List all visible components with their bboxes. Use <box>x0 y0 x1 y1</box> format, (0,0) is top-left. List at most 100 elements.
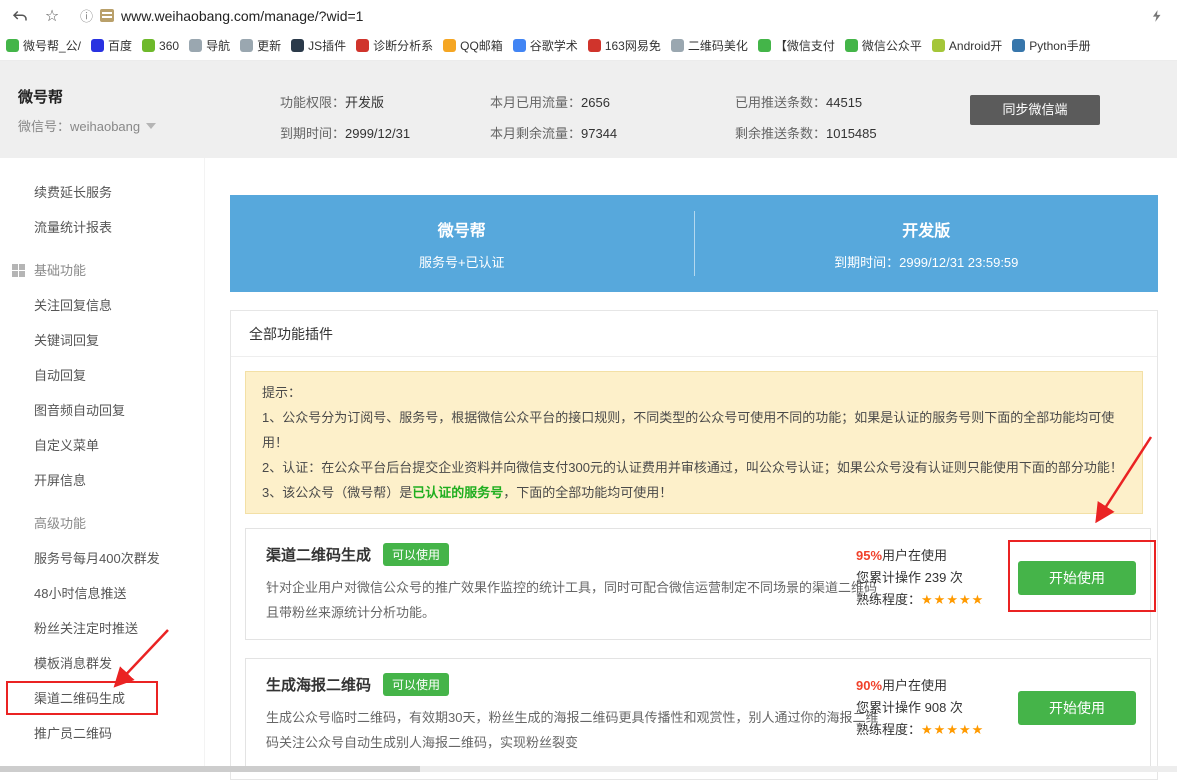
bookmark-favicon-icon <box>6 39 19 52</box>
bookmark-favicon-icon <box>845 39 858 52</box>
sidebar-item-promoter-qrcode[interactable]: 推广员二维码 <box>0 716 204 751</box>
bookmark-item[interactable]: 百度 <box>91 37 132 54</box>
bookmark-label: Python手册 <box>1029 37 1090 54</box>
bookmark-favicon-icon <box>240 39 253 52</box>
plugins-panel: 全部功能插件 提示： 1、公众号分为订阅号、服务号，根据微信公众平台的接口规则，… <box>230 310 1158 780</box>
sidebar-section-advanced[interactable]: 高级功能 <box>0 506 204 541</box>
bookmark-label: 【微信支付 <box>775 37 835 54</box>
sidebar-item-follow-reply[interactable]: 关注回复信息 <box>0 288 204 323</box>
sidebar-section-label: 基础功能 <box>34 263 86 278</box>
bookmark-label: 诊断分析系 <box>373 37 433 54</box>
proficiency-label: 熟练程度： <box>856 722 921 737</box>
bookmark-favicon-icon <box>671 39 684 52</box>
availability-badge: 可以使用 <box>383 673 449 696</box>
sidebar-item-channel-qrcode[interactable]: 渠道二维码生成 <box>0 681 204 716</box>
bookmark-item[interactable]: 谷歌学术 <box>513 37 578 54</box>
banner-expiry: 到期时间：2999/12/31 23:59:59 <box>834 252 1018 271</box>
bookmark-item[interactable]: 微号帮_公/ <box>6 37 81 54</box>
sidebar-item-renew[interactable]: 续费延长服务 <box>0 175 204 210</box>
plugin-card-poster-qrcode: 生成海报二维码 可以使用 生成公众号临时二维码，有效期30天，粉丝生成的海报二维… <box>245 658 1151 770</box>
notice-title: 提示： <box>262 380 1126 405</box>
notice-line-3: 3、该公众号（微号帮）是已认证的服务号，下面的全部功能均可使用！ <box>262 480 1126 505</box>
bookmark-favicon-icon <box>142 39 155 52</box>
sidebar-item-traffic-report[interactable]: 流量统计报表 <box>0 210 204 245</box>
sidebar-item-48h-push[interactable]: 48小时信息推送 <box>0 576 204 611</box>
bookmark-favicon-icon <box>443 39 456 52</box>
bookmark-label: 二维码美化 <box>688 37 748 54</box>
sidebar-item-monthly-broadcast[interactable]: 服务号每月400次群发 <box>0 541 204 576</box>
bookmark-item[interactable]: 诊断分析系 <box>356 37 433 54</box>
site-favicon-icon <box>100 9 114 22</box>
bookmark-item[interactable]: 360 <box>142 39 179 53</box>
bookmark-label: Android开 <box>949 37 1002 54</box>
verified-highlight: 已认证的服务号 <box>412 485 503 500</box>
url-text[interactable]: www.weihaobang.com/manage/?wid=1 <box>121 8 363 24</box>
bookmark-label: 导航 <box>206 37 230 54</box>
browser-toolbar: ☆ ⓘ www.weihaobang.com/manage/?wid=1 <box>0 0 1177 31</box>
bookmark-item[interactable]: JS插件 <box>291 37 346 54</box>
header-stats-permission: 功能权限：开发版 到期时间：2999/12/31 <box>280 87 410 149</box>
app-header: 微号帮 微信号：weihaobang 功能权限：开发版 到期时间：2999/12… <box>0 61 1177 158</box>
header-stats-push: 已用推送条数：44515 剩余推送条数：1015485 <box>735 87 877 149</box>
operation-count: 您累计操作 239 次 <box>856 567 984 589</box>
back-icon[interactable] <box>10 6 30 26</box>
bookmark-item[interactable]: Python手册 <box>1012 37 1090 54</box>
proficiency-label: 熟练程度： <box>856 592 921 607</box>
star-rating-icon: ★★★★★ <box>921 722 984 737</box>
bookmark-item[interactable]: 更新 <box>240 37 281 54</box>
lightning-icon[interactable] <box>1147 6 1167 26</box>
horizontal-scrollbar-thumb[interactable] <box>0 766 420 772</box>
bookmark-label: 360 <box>159 39 179 53</box>
sidebar-section-label: 高级功能 <box>34 516 86 531</box>
bookmark-label: 百度 <box>108 37 132 54</box>
notice-box: 提示： 1、公众号分为订阅号、服务号，根据微信公众平台的接口规则，不同类型的公众… <box>245 371 1143 514</box>
sidebar-item-splash-info[interactable]: 开屏信息 <box>0 463 204 498</box>
sidebar: 续费延长服务 流量统计报表 基础功能 关注回复信息 关键词回复 自动回复 图音频… <box>0 158 205 772</box>
bookmark-favicon-icon <box>932 39 945 52</box>
bookmarks-bar: 微号帮_公/ 百度 360 导航 更新 JS插件 诊断分析系 QQ邮箱 谷歌学术… <box>0 31 1177 61</box>
chevron-down-icon <box>146 123 156 129</box>
start-using-button[interactable]: 开始使用 <box>1018 561 1136 595</box>
horizontal-scrollbar-track <box>0 766 1177 772</box>
usage-percentage: 95% <box>856 548 882 563</box>
plugin-title: 渠道二维码生成 <box>266 544 371 565</box>
bookmark-item[interactable]: 二维码美化 <box>671 37 748 54</box>
account-selector[interactable]: 微信号：weihaobang <box>18 116 156 135</box>
sidebar-item-auto-reply[interactable]: 自动回复 <box>0 358 204 393</box>
sidebar-item-media-auto-reply[interactable]: 图音频自动回复 <box>0 393 204 428</box>
bookmark-favicon-icon <box>513 39 526 52</box>
url-bar[interactable]: ⓘ www.weihaobang.com/manage/?wid=1 <box>80 6 1135 25</box>
info-icon[interactable]: ⓘ <box>80 6 93 25</box>
sidebar-item-scheduled-push[interactable]: 粉丝关注定时推送 <box>0 611 204 646</box>
plugin-description: 生成公众号临时二维码，有效期30天，粉丝生成的海报二维码更具传播性和观赏性，别人… <box>266 705 886 755</box>
start-using-button[interactable]: 开始使用 <box>1018 691 1136 725</box>
notice-line-1: 1、公众号分为订阅号、服务号，根据微信公众平台的接口规则，不同类型的公众号可使用… <box>262 405 1126 455</box>
bookmark-item[interactable]: 导航 <box>189 37 230 54</box>
favorite-star-icon[interactable]: ☆ <box>42 6 62 26</box>
bookmark-label: 163网易免 <box>605 37 661 54</box>
sidebar-item-custom-menu[interactable]: 自定义菜单 <box>0 428 204 463</box>
bookmark-item[interactable]: 微信公众平 <box>845 37 922 54</box>
bookmark-item[interactable]: Android开 <box>932 37 1002 54</box>
operation-count: 您累计操作 908 次 <box>856 697 984 719</box>
bookmark-favicon-icon <box>758 39 771 52</box>
bookmark-item[interactable]: 163网易免 <box>588 37 661 54</box>
plugin-title: 生成海报二维码 <box>266 674 371 695</box>
bookmark-item[interactable]: QQ邮箱 <box>443 37 503 54</box>
sidebar-item-keyword-reply[interactable]: 关键词回复 <box>0 323 204 358</box>
sync-wechat-button[interactable]: 同步微信端 <box>970 95 1100 125</box>
bookmark-label: 更新 <box>257 37 281 54</box>
banner-edition-cell: 开发版 到期时间：2999/12/31 23:59:59 <box>695 195 1159 292</box>
sidebar-section-basic[interactable]: 基础功能 <box>0 253 204 288</box>
account-label: 微信号：weihaobang <box>18 116 140 135</box>
sidebar-item-label: 渠道二维码生成 <box>34 691 125 706</box>
account-banner: 微号帮 服务号+已认证 开发版 到期时间：2999/12/31 23:59:59 <box>230 195 1158 292</box>
bookmark-favicon-icon <box>356 39 369 52</box>
banner-account-name: 微号帮 <box>438 217 486 241</box>
bookmark-item[interactable]: 【微信支付 <box>758 37 835 54</box>
bookmark-label: 微号帮_公/ <box>23 37 81 54</box>
banner-edition-name: 开发版 <box>902 217 950 241</box>
sidebar-item-template-broadcast[interactable]: 模板消息群发 <box>0 646 204 681</box>
bookmark-favicon-icon <box>588 39 601 52</box>
bookmark-favicon-icon <box>1012 39 1025 52</box>
